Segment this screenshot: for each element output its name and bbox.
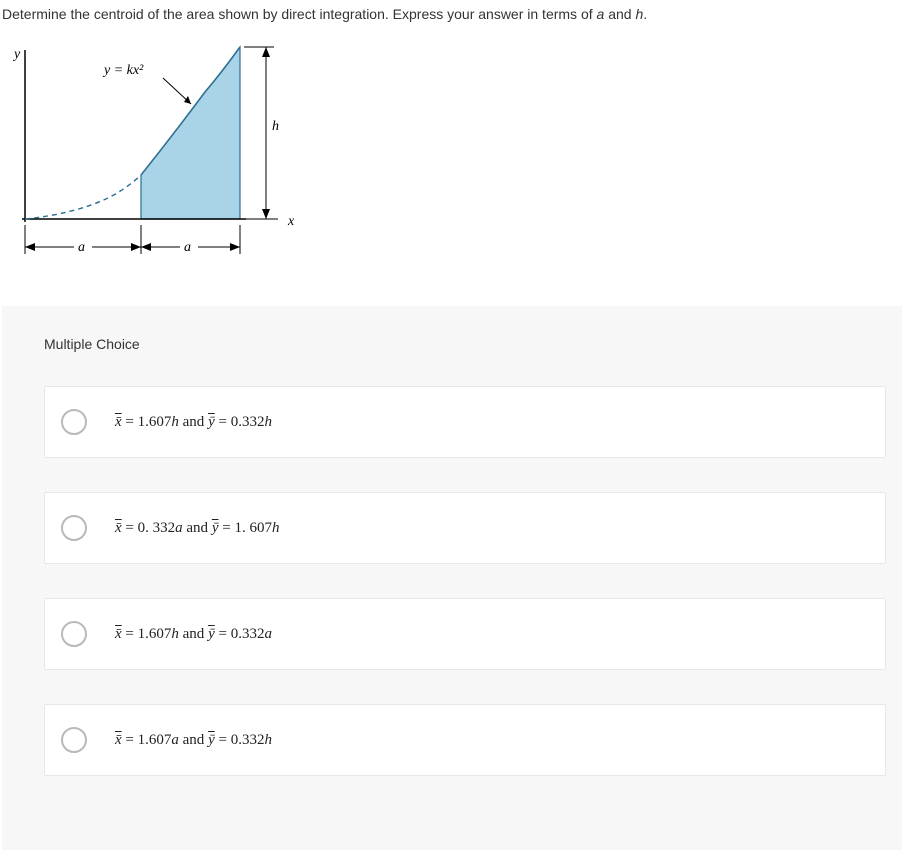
option-1[interactable]: x̄ = 1.607h and ȳ = 0.332h [44, 386, 886, 458]
multiple-choice-label: Multiple Choice [44, 336, 882, 352]
shaded-region [141, 47, 240, 219]
h-dim-arrow-top [262, 47, 270, 57]
and: and [179, 626, 208, 642]
and: and [179, 732, 208, 748]
ybar: ȳ [208, 626, 215, 642]
and: and [183, 520, 212, 536]
and: and [179, 414, 208, 430]
eq: = [215, 626, 231, 642]
radio-icon [61, 727, 87, 753]
curve-dashed [25, 175, 141, 219]
radio-icon [61, 621, 87, 647]
a-dim-right-arrow-l [141, 243, 151, 251]
ybar: ȳ [208, 732, 215, 748]
eq: = [218, 520, 234, 536]
x-unit: a [175, 520, 183, 536]
eq: = [122, 732, 138, 748]
option-3[interactable]: x̄ = 1.607h and ȳ = 0.332a [44, 598, 886, 670]
option-2-text: x̄ = 0. 332a and ȳ = 1. 607h [115, 520, 279, 537]
x-unit: a [171, 732, 179, 748]
radio-icon [61, 409, 87, 435]
y-unit: h [264, 414, 272, 430]
figure-svg: y y = kx² h x a a [8, 32, 308, 277]
ybar: ȳ [208, 414, 215, 430]
h-dim-arrow-bot [262, 209, 270, 219]
y-coef: 1. 607 [234, 520, 272, 536]
x-unit: h [171, 414, 179, 430]
x-coef: 1.607 [138, 626, 172, 642]
eq: = [122, 520, 138, 536]
a-label-right: a [184, 240, 191, 255]
xbar: x̄ [115, 520, 122, 536]
question-prompt: Determine the centroid of the area shown… [0, 0, 923, 22]
y-coef: 0.332 [231, 626, 265, 642]
x-coef: 1.607 [138, 414, 172, 430]
a-label-left: a [78, 240, 85, 255]
curve-label-arrow [184, 96, 191, 104]
x-coef: 1.607 [138, 732, 172, 748]
a-dim-right-arrow-r [230, 243, 240, 251]
eq: = [215, 732, 231, 748]
h-label: h [272, 119, 279, 134]
curve-label: y = kx² [102, 63, 144, 78]
a-dim-left-arrow-r [131, 243, 141, 251]
xbar: x̄ [115, 626, 122, 642]
option-3-text: x̄ = 1.607h and ȳ = 0.332a [115, 626, 272, 643]
x-unit: h [171, 626, 179, 642]
option-4[interactable]: x̄ = 1.607a and ȳ = 0.332h [44, 704, 886, 776]
y-coef: 0.332 [231, 414, 265, 430]
xbar: x̄ [115, 414, 122, 430]
x-coef: 0. 332 [138, 520, 176, 536]
radio-icon [61, 515, 87, 541]
prompt-prefix: Determine the centroid of the area shown… [2, 6, 597, 22]
option-2[interactable]: x̄ = 0. 332a and ȳ = 1. 607h [44, 492, 886, 564]
option-1-text: x̄ = 1.607h and ȳ = 0.332h [115, 414, 272, 431]
y-unit: h [264, 732, 272, 748]
y-unit: a [264, 626, 272, 642]
multiple-choice-container: Multiple Choice x̄ = 1.607h and ȳ = 0.33… [2, 306, 902, 850]
y-coef: 0.332 [231, 732, 265, 748]
eq: = [215, 414, 231, 430]
x-axis-label: x [287, 214, 295, 229]
prompt-and: and [604, 6, 635, 22]
option-4-text: x̄ = 1.607a and ȳ = 0.332h [115, 732, 272, 749]
xbar: x̄ [115, 732, 122, 748]
y-unit: h [272, 520, 280, 536]
prompt-period: . [643, 6, 647, 22]
eq: = [122, 626, 138, 642]
y-axis-label: y [12, 47, 21, 62]
eq: = [122, 414, 138, 430]
figure: y y = kx² h x a a [0, 32, 923, 306]
a-dim-left-arrow-l [25, 243, 35, 251]
